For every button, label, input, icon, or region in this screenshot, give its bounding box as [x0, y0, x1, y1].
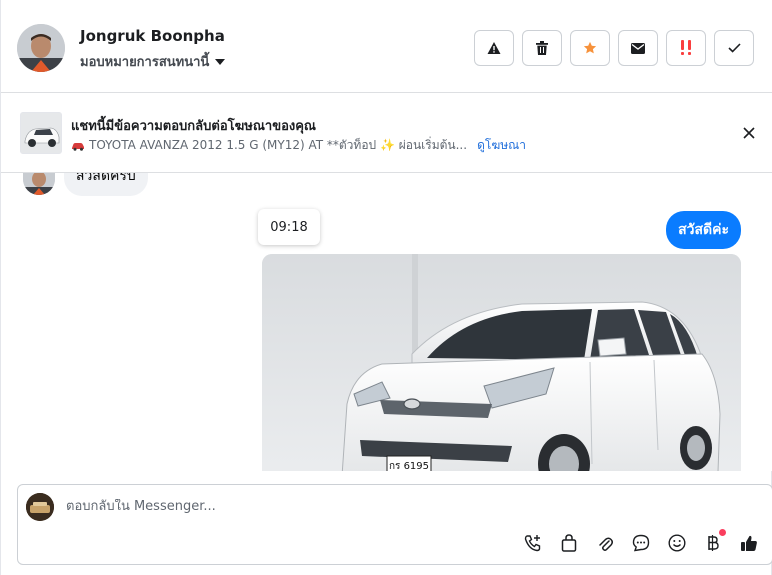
star-icon [583, 41, 597, 54]
conversation-panel: Jongruk Boonpha มอบหมายการสนทนานี้ แชทนี… [0, 0, 772, 575]
message-thread: สวัสดีครับ 09:18 สวัสดีค่ะ กร 6195 [1, 173, 772, 471]
report-button[interactable] [474, 30, 514, 66]
contact-name[interactable]: Jongruk Boonpha [80, 27, 225, 45]
view-ad-link[interactable]: ดูโฆษณา [477, 136, 526, 155]
ad-description-text: TOYOTA AVANZA 2012 1.5 G (MY12) AT **ตัว… [89, 138, 468, 152]
phone-plus-icon [524, 535, 541, 552]
page-avatar [26, 493, 54, 521]
mark-unread-button[interactable] [618, 30, 658, 66]
ad-thumbnail[interactable] [20, 112, 62, 154]
sender-avatar [23, 173, 55, 195]
ad-reply-banner: แชทนี้มีข้อความตอบกลับต่อโฆษณาของคุณ TOY… [1, 93, 772, 173]
conversation-header: Jongruk Boonpha มอบหมายการสนทนานี้ [1, 0, 772, 93]
double-exclamation-icon [681, 40, 691, 55]
saved-replies-button[interactable] [630, 532, 652, 554]
thumbs-up-icon [741, 535, 757, 551]
paperclip-icon [599, 537, 613, 551]
message-timestamp-tooltip: 09:18 [258, 209, 320, 245]
close-banner-button[interactable] [739, 123, 759, 143]
shared-car-photo[interactable]: กร 6195 [262, 254, 741, 471]
trash-icon [536, 41, 548, 55]
envelope-icon [631, 42, 645, 54]
like-button[interactable] [738, 532, 760, 554]
chat-bubble-icon [632, 534, 650, 552]
shop-button[interactable] [558, 532, 580, 554]
ad-banner-description: TOYOTA AVANZA 2012 1.5 G (MY12) AT **ตัว… [71, 136, 526, 155]
contact-avatar[interactable] [17, 24, 65, 72]
warning-icon [487, 42, 501, 54]
caret-down-icon [215, 59, 226, 65]
assign-label: มอบหมายการสนทนานี้ [80, 55, 210, 70]
smiley-icon [668, 534, 686, 552]
notification-dot [719, 529, 726, 536]
payment-button[interactable] [702, 529, 726, 554]
reply-input[interactable] [66, 499, 716, 514]
emoji-button[interactable] [666, 532, 688, 554]
attach-file-button[interactable] [594, 532, 616, 554]
incoming-message[interactable]: สวัสดีครับ [64, 173, 148, 196]
delete-button[interactable] [522, 30, 562, 66]
outgoing-message[interactable]: สวัสดีค่ะ [666, 211, 741, 249]
assign-conversation-dropdown[interactable]: มอบหมายการสนทนานี้ [80, 51, 226, 72]
shopping-bag-icon [561, 534, 577, 552]
header-actions [474, 30, 754, 66]
add-call-button[interactable] [522, 532, 544, 554]
baht-icon [708, 535, 719, 551]
checkmark-icon [727, 43, 741, 53]
ad-banner-title: แชทนี้มีข้อความตอบกลับต่อโฆษณาของคุณ [71, 119, 316, 134]
reply-composer [17, 484, 772, 565]
star-button[interactable] [570, 30, 610, 66]
composer-toolbar [522, 529, 760, 554]
license-plate-text: กร 6195 [389, 461, 429, 471]
priority-button[interactable] [666, 30, 706, 66]
car-icon [72, 142, 84, 151]
close-icon [743, 127, 755, 139]
done-button[interactable] [714, 30, 754, 66]
